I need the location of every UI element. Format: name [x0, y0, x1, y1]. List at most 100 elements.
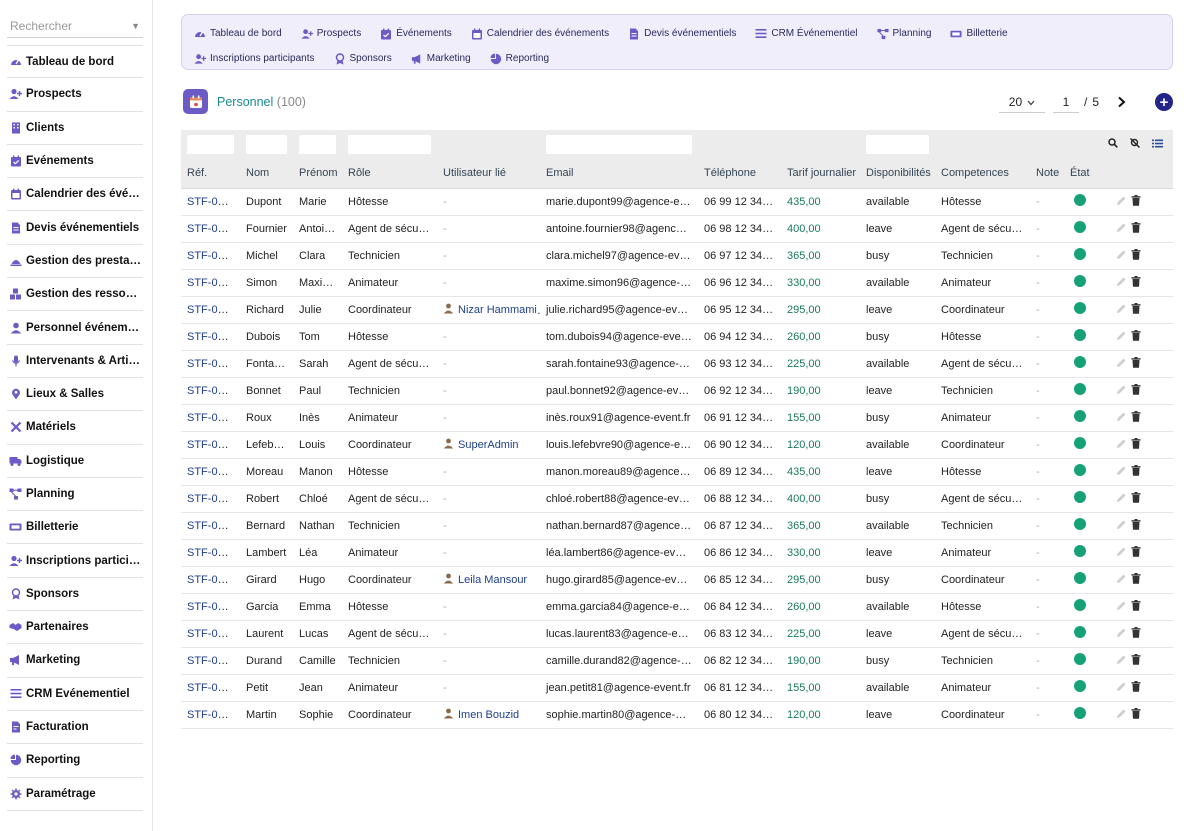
trash-icon[interactable]: [1131, 707, 1141, 722]
trash-icon[interactable]: [1131, 437, 1141, 452]
nav-item-prospects[interactable]: Prospects: [301, 21, 361, 46]
edit-icon[interactable]: [1116, 573, 1127, 587]
filter-email-input[interactable]: [546, 134, 692, 154]
cell-ref-text[interactable]: STF-0093: [187, 385, 236, 397]
trash-icon[interactable]: [1131, 329, 1141, 344]
cell-ref-text[interactable]: STF-0100: [187, 196, 236, 208]
sidebar-item-reporting[interactable]: Reporting: [7, 744, 143, 778]
nav-item-planning[interactable]: Planning: [876, 21, 931, 46]
trash-icon[interactable]: [1131, 302, 1141, 317]
edit-icon[interactable]: [1116, 546, 1127, 560]
cell-ref-text[interactable]: STF-0090: [187, 466, 236, 478]
table-row[interactable]: STF-0095 Dubois Tom Hôtesse - tom.dubois94@ag…: [181, 323, 1173, 351]
trash-icon[interactable]: [1131, 545, 1141, 560]
edit-icon[interactable]: [1116, 681, 1127, 695]
search-icon[interactable]: [1108, 137, 1118, 151]
trash-icon[interactable]: [1131, 572, 1141, 587]
sidebar-item-planning[interactable]: Planning: [7, 478, 143, 512]
sidebar-item-billetterie[interactable]: Billetterie: [7, 511, 143, 545]
clear-filter-icon[interactable]: [1130, 137, 1140, 151]
edit-icon[interactable]: [1116, 600, 1127, 614]
sidebar-item-evenements[interactable]: Événements: [7, 145, 143, 179]
table-row[interactable]: STF-0100 Dupont Marie Hôtesse - marie.dupont9…: [181, 188, 1173, 216]
sidebar-item-facturation[interactable]: Facturation: [7, 711, 143, 745]
edit-icon[interactable]: [1116, 492, 1127, 506]
table-row[interactable]: STF-0093 Bonnet Paul Technicien - paul.bonnet…: [181, 377, 1173, 405]
column-header-telephone[interactable]: Téléphone: [698, 158, 781, 189]
trash-icon[interactable]: [1131, 518, 1141, 533]
cell-ref[interactable]: STF-0100: [181, 188, 240, 216]
cell-ref[interactable]: STF-0082: [181, 674, 240, 702]
nav-item-billetterie[interactable]: Billetterie: [950, 21, 1008, 46]
cell-ref[interactable]: STF-0088: [181, 512, 240, 540]
trash-icon[interactable]: [1131, 194, 1141, 209]
edit-icon[interactable]: [1116, 708, 1127, 722]
sidebar-item-crm-evenementiel[interactable]: CRM Événementiel: [7, 678, 143, 711]
sidebar-item-materiels[interactable]: Matériels: [7, 411, 143, 445]
sidebar-item-prospects[interactable]: Prospects: [7, 78, 143, 112]
trash-icon[interactable]: [1131, 464, 1141, 479]
linked-user-link[interactable]: Leila Mansour: [443, 573, 527, 587]
column-header-nom[interactable]: Nom: [240, 158, 293, 189]
sidebar-item-logistique[interactable]: Logistique: [7, 445, 143, 478]
table-row[interactable]: STF-0097 Simon Maxime Animateur - maxime.simo…: [181, 269, 1173, 297]
cell-ref[interactable]: STF-0095: [181, 323, 240, 351]
nav-item-evenements[interactable]: Événements: [380, 21, 452, 46]
cell-ref[interactable]: STF-0086: [181, 566, 240, 594]
nav-item-reporting[interactable]: Reporting: [490, 46, 549, 71]
edit-icon[interactable]: [1116, 519, 1127, 533]
table-row[interactable]: STF-0082 Petit Jean Animateur - jean.petit81@…: [181, 674, 1173, 702]
edit-icon[interactable]: [1116, 249, 1127, 263]
cell-ref[interactable]: STF-0083: [181, 647, 240, 675]
cell-ref[interactable]: STF-0098: [181, 242, 240, 270]
column-header-email[interactable]: Email: [540, 158, 698, 189]
sidebar-item-gestion-des-prestations[interactable]: Gestion des prestations: [7, 245, 143, 279]
cell-ref-text[interactable]: STF-0095: [187, 331, 236, 343]
linked-user-link[interactable]: SuperAdmin: [443, 438, 519, 452]
sidebar-item-clients[interactable]: Clients: [7, 112, 143, 145]
edit-icon[interactable]: [1116, 384, 1127, 398]
linked-user-link[interactable]: Nizar Hammami: [443, 303, 537, 317]
column-header-utilisateur-lie[interactable]: Utilisateur lié: [437, 158, 540, 189]
cell-ref[interactable]: STF-0092: [181, 404, 240, 432]
cell-ref[interactable]: STF-0096: [181, 296, 240, 324]
trash-icon[interactable]: [1131, 626, 1141, 641]
cell-ref[interactable]: STF-0085: [181, 593, 240, 621]
filter-role-input[interactable]: [348, 134, 431, 154]
cell-ref-text[interactable]: STF-0092: [187, 412, 236, 424]
table-row[interactable]: STF-0088 Bernard Nathan Technicien - nathan.b…: [181, 512, 1173, 540]
cell-ref-text[interactable]: STF-0087: [187, 547, 236, 559]
trash-icon[interactable]: [1131, 599, 1141, 614]
nav-item-inscriptions-participants[interactable]: Inscriptions participants: [194, 46, 315, 71]
edit-icon[interactable]: [1116, 438, 1127, 452]
cell-ref-text[interactable]: STF-0088: [187, 520, 236, 532]
column-header-tarif-journalier[interactable]: Tarif journalier: [781, 158, 860, 189]
cell-ref-text[interactable]: STF-0082: [187, 682, 236, 694]
sidebar-item-sponsors[interactable]: Sponsors: [7, 578, 143, 612]
table-row[interactable]: STF-0087 Lambert Léa Animateur - léa.lambert8…: [181, 539, 1173, 567]
column-header-ref[interactable]: Réf.: [181, 158, 240, 189]
list-options-icon[interactable]: [1152, 137, 1163, 151]
trash-icon[interactable]: [1131, 275, 1141, 290]
trash-icon[interactable]: [1131, 491, 1141, 506]
edit-icon[interactable]: [1116, 195, 1127, 209]
sidebar-item-gestion-des-ressources[interactable]: Gestion des ressources: [7, 278, 143, 312]
cell-ref[interactable]: STF-0093: [181, 377, 240, 405]
table-row[interactable]: STF-0096 Richard Julie Coordinateur Nizar Ha…: [181, 296, 1173, 324]
edit-icon[interactable]: [1116, 303, 1127, 317]
cell-ref-text[interactable]: STF-0096: [187, 304, 236, 316]
filter-nom-input[interactable]: [246, 134, 287, 154]
sidebar-item-lieux-salles[interactable]: Lieux & Salles: [7, 378, 143, 412]
cell-ref[interactable]: STF-0094: [181, 350, 240, 378]
sidebar-item-calendrier-des-evenements[interactable]: Calendrier des événements: [7, 178, 143, 212]
sidebar-item-parametrage[interactable]: Paramétrage: [7, 778, 143, 811]
trash-icon[interactable]: [1131, 680, 1141, 695]
table-row[interactable]: STF-0091 Lefebvre Louis Coordinateur SuperAd…: [181, 431, 1173, 459]
sidebar-item-intervenants-artistes[interactable]: Intervenants & Artistes: [7, 345, 143, 378]
sidebar-item-partenaires[interactable]: Partenaires: [7, 611, 143, 645]
cell-ref-text[interactable]: STF-0085: [187, 601, 236, 613]
edit-icon[interactable]: [1116, 357, 1127, 371]
nav-item-marketing[interactable]: Marketing: [411, 46, 471, 71]
column-header-disponibilites[interactable]: Disponibilités: [860, 158, 935, 189]
edit-icon[interactable]: [1116, 411, 1127, 425]
